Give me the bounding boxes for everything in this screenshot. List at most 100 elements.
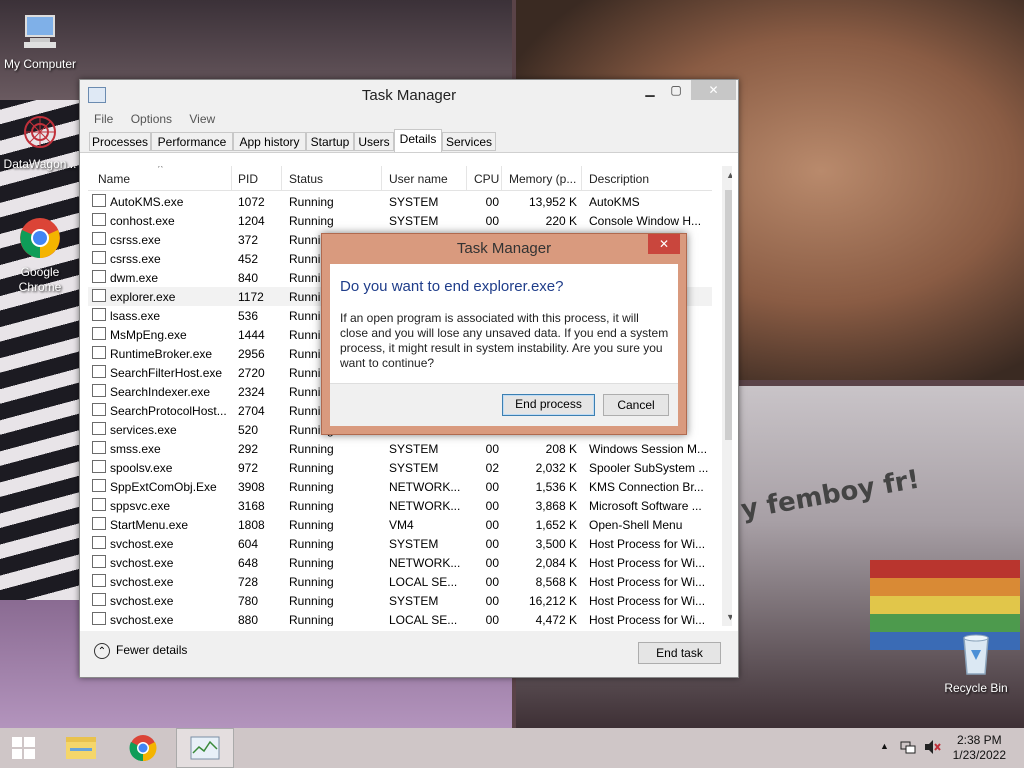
column-header-pid[interactable]: PID bbox=[238, 172, 258, 186]
process-icon bbox=[92, 574, 106, 587]
cell-desc: Host Process for Wi... bbox=[589, 613, 706, 626]
process-icon bbox=[92, 441, 106, 454]
process-icon bbox=[92, 403, 106, 416]
tab-app-history[interactable]: App history bbox=[233, 132, 306, 151]
wallpaper-stripe-yellow bbox=[870, 596, 1020, 614]
table-row[interactable]: svchost.exe 780 Running SYSTEM 00 16,212 K Hos… bbox=[88, 591, 712, 610]
cell-cpu: 00 bbox=[485, 556, 499, 570]
recycle-bin-shortcut[interactable]: Recycle Bin bbox=[936, 632, 1016, 695]
table-row[interactable]: smss.exe 292 Running SYSTEM 00 208 K Windows S… bbox=[88, 439, 712, 458]
close-icon: ✕ bbox=[708, 83, 719, 97]
table-row[interactable]: AutoKMS.exe 1072 Running SYSTEM 00 13,952 K Au… bbox=[88, 192, 712, 211]
tab-services[interactable]: Services bbox=[442, 132, 496, 151]
cell-user: LOCAL SE... bbox=[389, 613, 458, 626]
column-header-status[interactable]: Status bbox=[289, 172, 323, 186]
cell-desc: Host Process for Wi... bbox=[589, 556, 706, 570]
scrollbar-thumb[interactable] bbox=[725, 190, 732, 440]
cell-status: Running bbox=[289, 518, 334, 532]
column-divider[interactable] bbox=[231, 166, 232, 190]
show-hidden-icons-chevron-icon[interactable]: ▲ bbox=[880, 741, 889, 751]
menu-view[interactable]: View bbox=[189, 112, 215, 126]
table-row[interactable]: StartMenu.exe 1808 Running VM4 00 1,652 K Open… bbox=[88, 515, 712, 534]
column-header-memory[interactable]: Memory (p... bbox=[509, 172, 576, 186]
cell-name: svchost.exe bbox=[110, 537, 174, 551]
windows-logo-icon bbox=[12, 737, 35, 759]
tab-details[interactable]: Details bbox=[394, 129, 442, 152]
table-row[interactable]: SppExtComObj.Exe 3908 Running NETWORK... 00 1… bbox=[88, 477, 712, 496]
table-row[interactable]: svchost.exe 604 Running SYSTEM 00 3,500 K Host… bbox=[88, 534, 712, 553]
title-bar[interactable]: Task Manager ▁ ▢ ✕ bbox=[80, 80, 738, 110]
cell-pid: 972 bbox=[238, 461, 259, 475]
dialog-close-button[interactable]: ✕ bbox=[648, 234, 680, 254]
tab-performance[interactable]: Performance bbox=[151, 132, 233, 151]
cell-name: csrss.exe bbox=[110, 252, 161, 266]
cell-pid: 648 bbox=[238, 556, 259, 570]
column-divider[interactable] bbox=[381, 166, 382, 190]
my-computer-shortcut[interactable]: My Computer bbox=[0, 12, 80, 71]
chrome-icon bbox=[0, 216, 80, 263]
table-row[interactable]: sppsvc.exe 3168 Running NETWORK... 00 3,868 K… bbox=[88, 496, 712, 515]
cell-cpu: 00 bbox=[485, 499, 499, 513]
column-divider[interactable] bbox=[281, 166, 282, 190]
column-header-cpu[interactable]: CPU bbox=[474, 172, 499, 186]
column-divider[interactable] bbox=[466, 166, 467, 190]
datawagon-shortcut[interactable]: DataWagon... bbox=[0, 112, 80, 171]
column-divider[interactable] bbox=[501, 166, 502, 190]
tab-startup[interactable]: Startup bbox=[306, 132, 354, 151]
fewer-details-button[interactable]: ⌃ Fewer details bbox=[94, 643, 187, 659]
tab-processes[interactable]: Processes bbox=[89, 132, 151, 151]
menu-bar: File Options View bbox=[80, 110, 738, 128]
cell-user: SYSTEM bbox=[389, 214, 439, 228]
wallpaper-stripe-red bbox=[870, 560, 1020, 578]
close-button[interactable]: ✕ bbox=[691, 80, 736, 100]
table-row[interactable]: spoolsv.exe 972 Running SYSTEM 02 2,032 K Spoo… bbox=[88, 458, 712, 477]
maximize-button[interactable]: ▢ bbox=[663, 80, 689, 100]
network-icon[interactable] bbox=[900, 739, 916, 758]
volume-muted-icon[interactable] bbox=[924, 739, 942, 758]
table-row[interactable]: conhost.exe 1204 Running SYSTEM 00 220 K Conso… bbox=[88, 211, 712, 230]
cell-cpu: 00 bbox=[485, 214, 499, 228]
menu-options[interactable]: Options bbox=[131, 112, 172, 126]
cell-name: lsass.exe bbox=[110, 309, 161, 323]
process-icon bbox=[92, 460, 106, 473]
cell-mem: 2,032 K bbox=[535, 461, 577, 475]
cell-name: AutoKMS.exe bbox=[110, 195, 184, 209]
vertical-scrollbar[interactable]: ▲ ▼ bbox=[722, 166, 732, 626]
cell-mem: 3,868 K bbox=[535, 499, 577, 513]
table-row[interactable]: svchost.exe 728 Running LOCAL SE... 00 8,568 … bbox=[88, 572, 712, 591]
chevron-up-icon: ⌃ bbox=[94, 643, 110, 659]
tab-users[interactable]: Users bbox=[354, 132, 394, 151]
cell-name: sppsvc.exe bbox=[110, 499, 171, 513]
sort-ascending-icon: ^ bbox=[158, 166, 163, 174]
start-button[interactable] bbox=[0, 728, 48, 768]
scroll-down-icon[interactable]: ▼ bbox=[726, 612, 732, 622]
chrome-shortcut[interactable]: Google Chrome bbox=[0, 216, 80, 295]
cell-pid: 536 bbox=[238, 309, 259, 323]
taskbar-file-explorer[interactable] bbox=[57, 728, 105, 768]
cell-mem: 2,084 K bbox=[535, 556, 577, 570]
cell-user: SYSTEM bbox=[389, 461, 439, 475]
dialog-title-bar[interactable]: Task Manager ✕ bbox=[322, 234, 686, 262]
taskbar-task-manager[interactable] bbox=[176, 728, 234, 768]
cell-mem: 220 K bbox=[545, 214, 577, 228]
column-header-name[interactable]: Name bbox=[98, 172, 130, 186]
table-row[interactable]: svchost.exe 880 Running LOCAL SE... 00 4,472 … bbox=[88, 610, 712, 626]
cell-mem: 8,568 K bbox=[535, 575, 577, 589]
column-header-username[interactable]: User name bbox=[389, 172, 448, 186]
table-row[interactable]: svchost.exe 648 Running NETWORK... 00 2,084 K… bbox=[88, 553, 712, 572]
end-task-button[interactable]: End task bbox=[638, 642, 721, 664]
cancel-button[interactable]: Cancel bbox=[603, 394, 669, 416]
taskbar-chrome[interactable] bbox=[119, 728, 167, 768]
menu-file[interactable]: File bbox=[94, 112, 113, 126]
minimize-button[interactable]: ▁ bbox=[637, 80, 663, 100]
column-divider[interactable] bbox=[581, 166, 582, 190]
column-header-description[interactable]: Description bbox=[589, 172, 649, 186]
cell-status: Running bbox=[289, 613, 334, 626]
clock[interactable]: 2:38 PM 1/23/2022 bbox=[953, 733, 1006, 763]
end-process-button[interactable]: End process bbox=[502, 394, 595, 416]
scroll-up-icon[interactable]: ▲ bbox=[726, 170, 732, 180]
cell-pid: 372 bbox=[238, 233, 259, 247]
cell-pid: 2704 bbox=[238, 404, 265, 418]
cell-status: Running bbox=[289, 480, 334, 494]
column-header-row: Name ^ PID Status User name CPU Memory (… bbox=[88, 166, 712, 191]
